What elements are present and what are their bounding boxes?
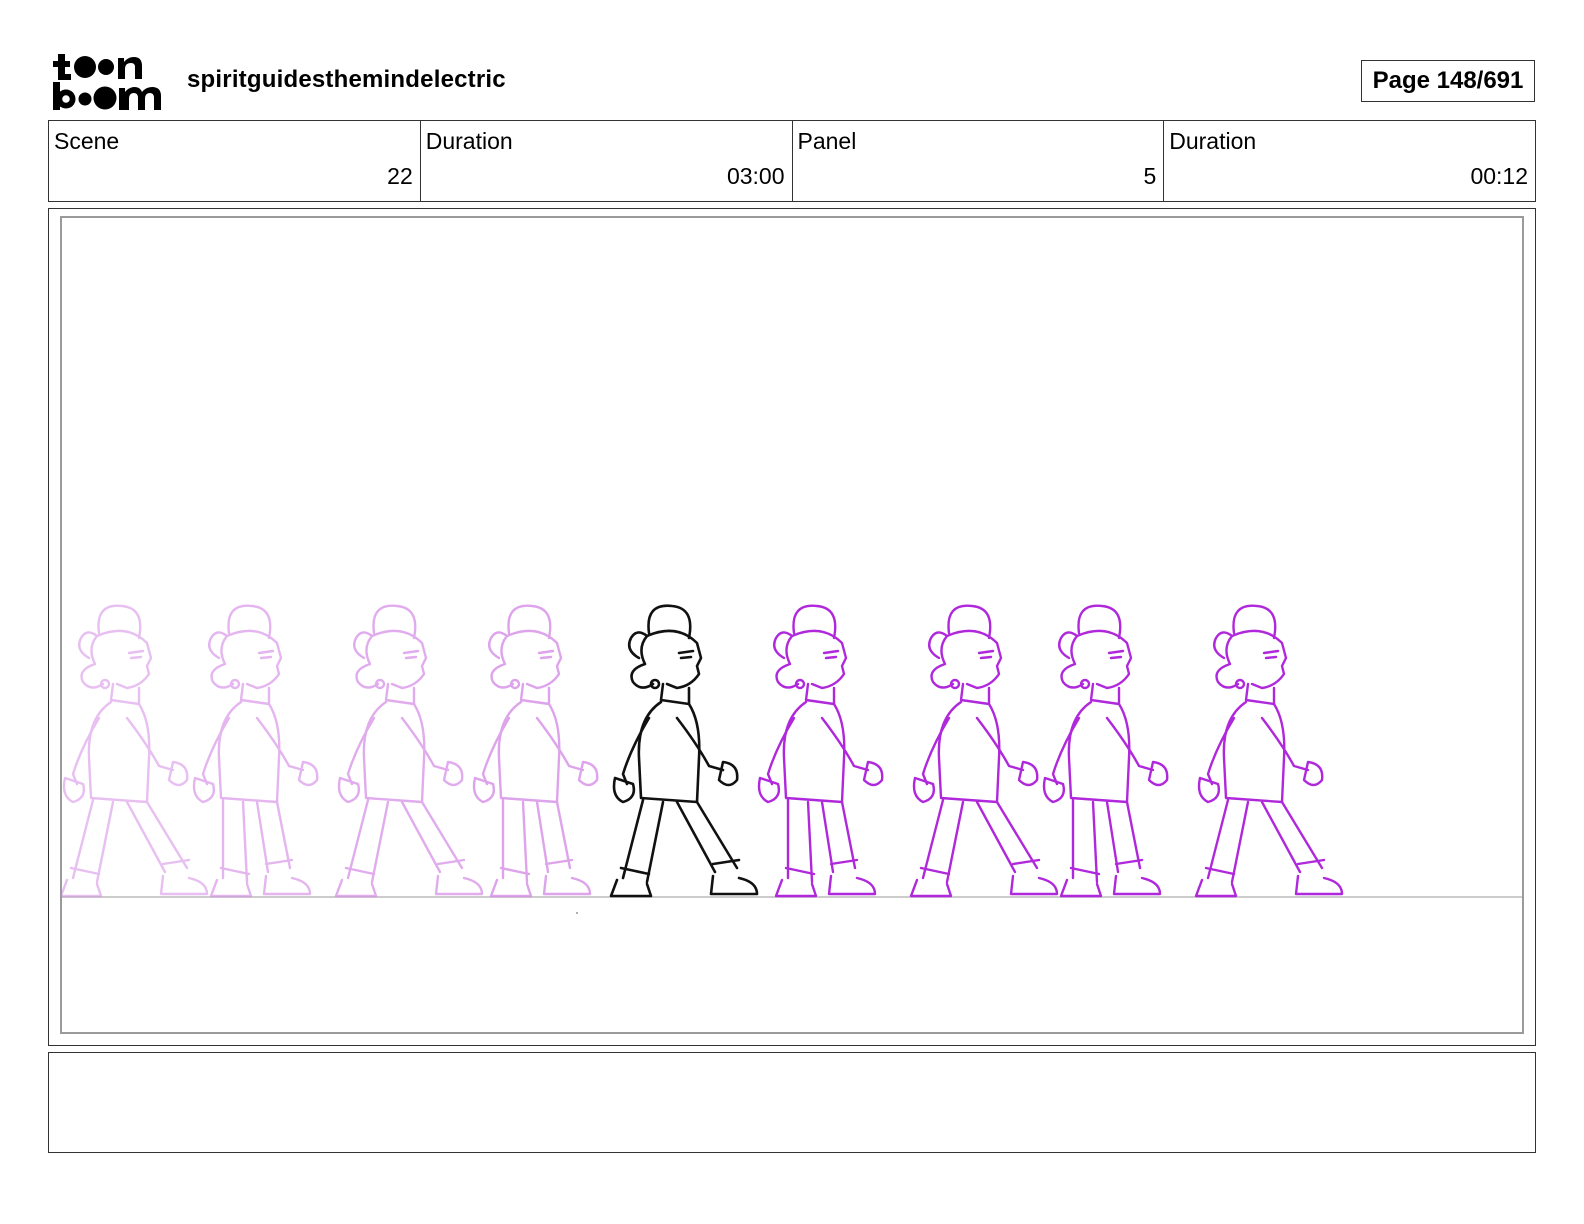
walk-figure-6 xyxy=(757,604,884,898)
storyboard-panel xyxy=(48,208,1536,1046)
walk-figure-2 xyxy=(192,604,319,898)
walk-cycle-drawing xyxy=(62,604,1522,914)
panel-cell: Panel 5 xyxy=(793,121,1165,201)
walk-figure-9 xyxy=(1194,604,1344,898)
toon-boom-logo xyxy=(52,52,164,112)
panel-duration-label: Duration xyxy=(1169,128,1257,154)
walk-figure-4 xyxy=(472,604,599,898)
page-indicator: Page 148/691 xyxy=(1361,60,1535,102)
panel-drawing-area xyxy=(60,216,1524,1034)
stray-mark xyxy=(576,912,578,914)
storyboard-info-table: Scene 22 Duration 03:00 Panel 5 Duration… xyxy=(48,120,1536,202)
walk-figure-8 xyxy=(1042,604,1169,898)
walk-figure-3 xyxy=(334,604,484,898)
walk-figure-5 xyxy=(609,604,759,898)
scene-duration-cell: Duration 03:00 xyxy=(421,121,793,201)
panel-duration-value: 00:12 xyxy=(1470,163,1528,189)
panel-label: Panel xyxy=(797,128,857,154)
scene-cell: Scene 22 xyxy=(49,121,421,201)
panel-notes-box xyxy=(48,1052,1536,1153)
project-title: spiritguidesthemindelectric xyxy=(187,66,506,93)
scene-duration-label: Duration xyxy=(425,128,513,154)
walk-figure-7 xyxy=(909,604,1059,898)
scene-value: 22 xyxy=(387,163,413,189)
toon-boom-logo-icon xyxy=(53,54,161,110)
panel-value: 5 xyxy=(1143,163,1157,189)
scene-duration-value: 03:00 xyxy=(726,163,785,189)
panel-duration-cell: Duration 00:12 xyxy=(1164,121,1535,201)
walk-figure-1 xyxy=(62,604,209,898)
walk-cycle-figures xyxy=(62,604,1344,898)
scene-label: Scene xyxy=(54,128,120,154)
